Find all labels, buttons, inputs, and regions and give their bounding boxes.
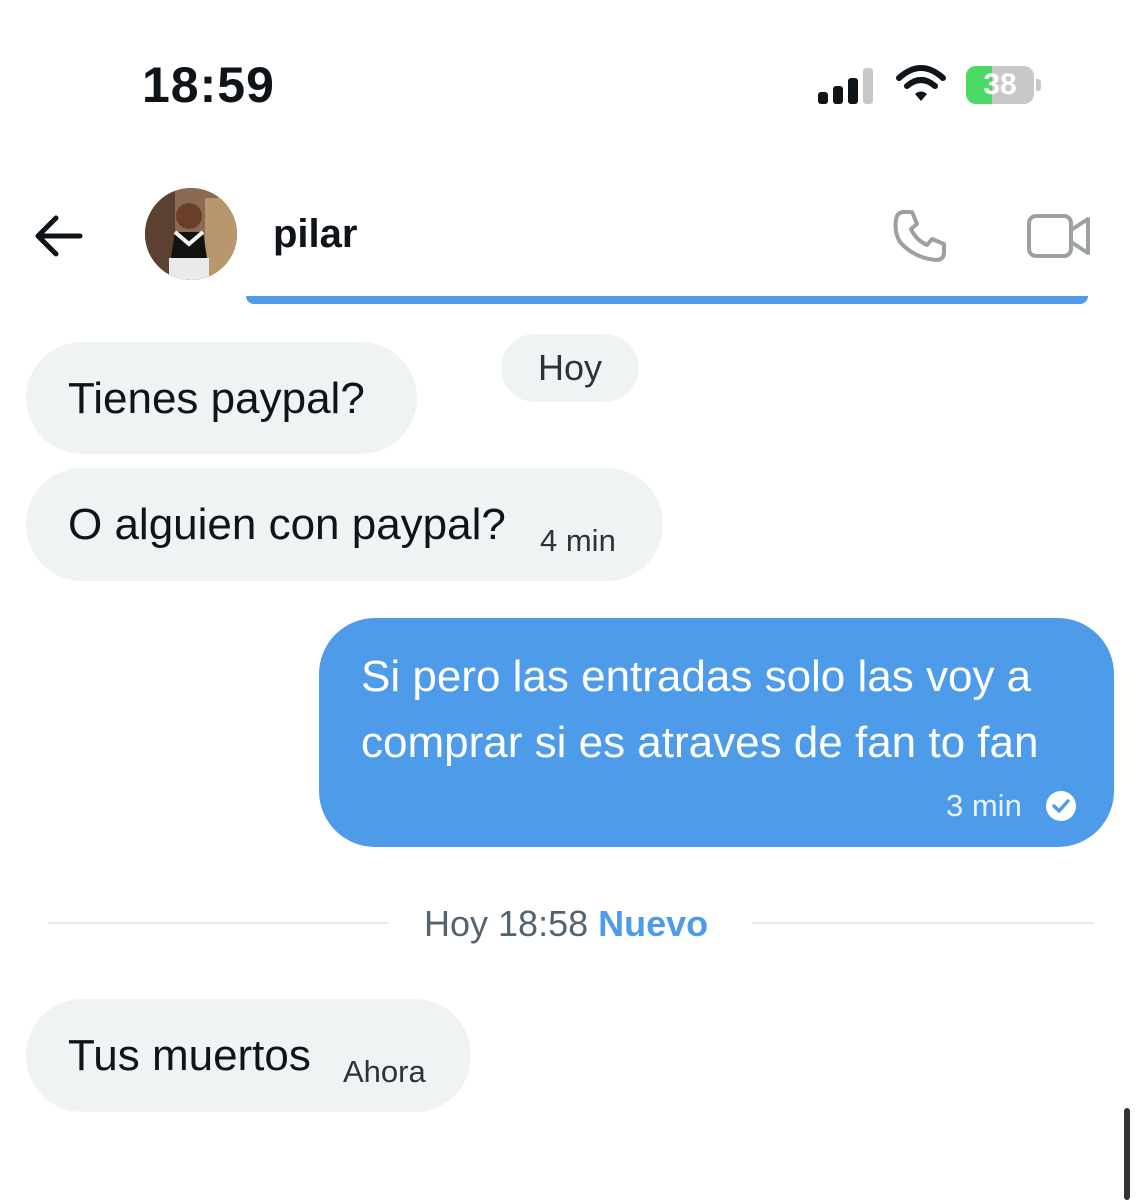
message-text: O alguien con paypal? — [68, 500, 506, 549]
avatar[interactable] — [145, 188, 237, 280]
back-arrow-icon[interactable] — [30, 212, 86, 260]
message-text-line: comprar si es atraves de fan to fan — [361, 718, 1039, 767]
scrollbar[interactable] — [1124, 1108, 1130, 1200]
message-bubble-outgoing[interactable]: Si pero las entradas solo las voy a comp… — [319, 618, 1114, 847]
message-bubble-incoming[interactable]: O alguien con paypal? 4 min — [26, 468, 663, 581]
cellular-signal-icon — [818, 68, 876, 104]
divider-time: Hoy 18:58 — [424, 903, 589, 944]
message-text-line: Si pero las entradas solo las voy a — [361, 652, 1032, 701]
contact-name[interactable]: pilar — [273, 212, 357, 257]
new-messages-divider: Hoy 18:58 Nuevo — [424, 903, 708, 945]
battery-indicator: 38 — [966, 66, 1042, 104]
battery-percent: 38 — [983, 68, 1017, 101]
phone-call-icon[interactable] — [890, 206, 950, 266]
message-timestamp: Ahora — [343, 1054, 426, 1089]
message-text: Tienes paypal? — [68, 374, 365, 423]
divider-line-left — [48, 922, 388, 924]
wifi-icon — [896, 65, 946, 101]
message-bubble-incoming[interactable]: Tienes paypal? — [26, 342, 417, 454]
header-progress-bar — [246, 296, 1088, 304]
video-call-icon[interactable] — [1026, 210, 1092, 262]
divider-new-label: Nuevo — [598, 903, 709, 944]
message-timestamp: 4 min — [540, 523, 616, 558]
divider-line-right — [752, 922, 1094, 924]
message-timestamp: 3 min — [946, 788, 1022, 823]
read-check-icon — [1046, 791, 1076, 821]
message-text: Tus muertos — [68, 1031, 311, 1080]
status-time: 18:59 — [142, 57, 275, 113]
message-bubble-incoming[interactable]: Tus muertos Ahora — [26, 999, 471, 1112]
date-chip: Hoy — [501, 334, 639, 402]
